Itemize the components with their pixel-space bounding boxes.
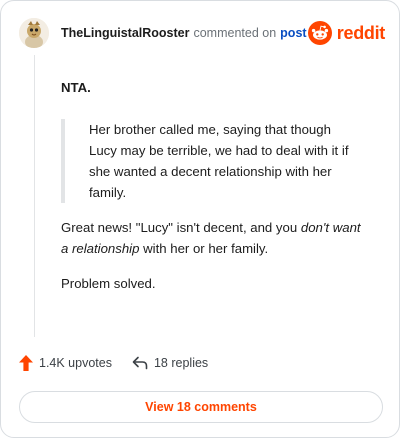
paragraph-1-end: with her or her family. (139, 241, 269, 256)
comment-footer: 1.4K upvotes 18 replies (19, 355, 208, 371)
paragraph-1-start: Great news! "Lucy" isn't decent, and you (61, 220, 301, 235)
verdict-text: NTA. (61, 80, 91, 95)
upvotes-button[interactable]: 1.4K upvotes (19, 355, 112, 371)
paragraph-2: Problem solved. (61, 276, 156, 291)
user-avatar-icon[interactable] (19, 18, 49, 48)
upvote-arrow-icon (19, 355, 33, 371)
reply-icon (132, 356, 148, 370)
comment-meta: TheLinguistalRooster commented on post (61, 26, 307, 40)
replies-count: 18 replies (153, 356, 209, 370)
thread-line (34, 55, 35, 337)
quote-text: Her brother called me, saying that thoug… (89, 122, 349, 200)
quote-block: Her brother called me, saying that thoug… (61, 119, 354, 203)
reddit-logo[interactable]: reddit (307, 21, 386, 45)
upvotes-count: 1.4K upvotes (39, 356, 112, 370)
replies-button[interactable]: 18 replies (132, 356, 208, 370)
comment-card: TheLinguistalRooster commented on post r… (0, 0, 400, 438)
action-text: commented on (193, 26, 277, 40)
comment-header: TheLinguistalRooster commented on post r… (19, 15, 385, 51)
reddit-wordmark: reddit (336, 22, 386, 43)
view-comments-button[interactable]: View 18 comments (19, 391, 383, 423)
post-link[interactable]: post (280, 26, 306, 40)
paragraph-1: Great news! "Lucy" isn't decent, and you… (61, 217, 361, 259)
reddit-snoo-icon (307, 21, 332, 45)
comment-body: NTA. Her brother called me, saying that … (61, 77, 361, 294)
username-link[interactable]: TheLinguistalRooster (61, 26, 189, 40)
